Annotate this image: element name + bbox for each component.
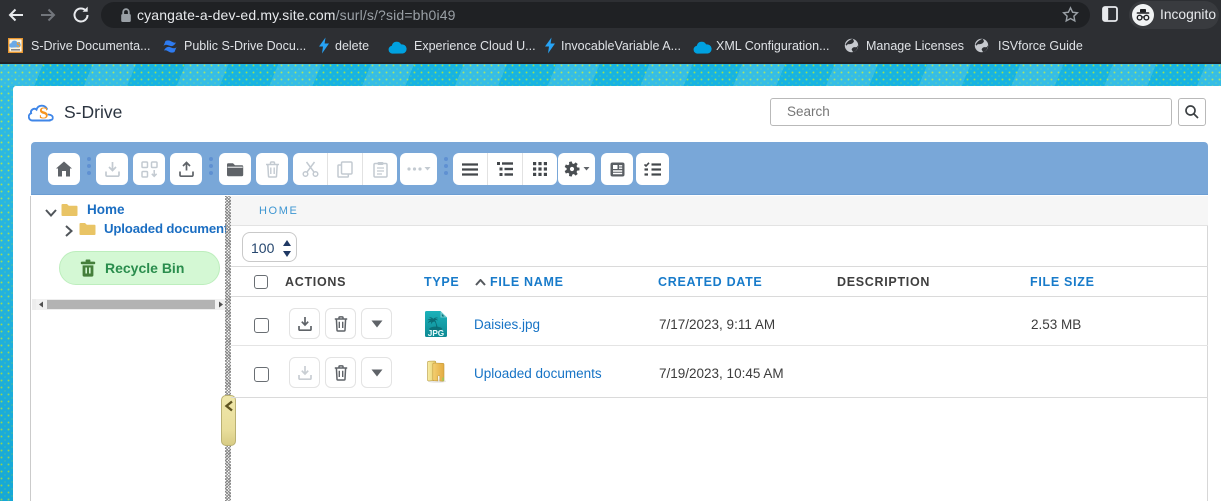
svg-text:JPG: JPG: [428, 329, 444, 337]
svg-text:S: S: [16, 40, 21, 49]
svg-text:S: S: [39, 104, 48, 123]
